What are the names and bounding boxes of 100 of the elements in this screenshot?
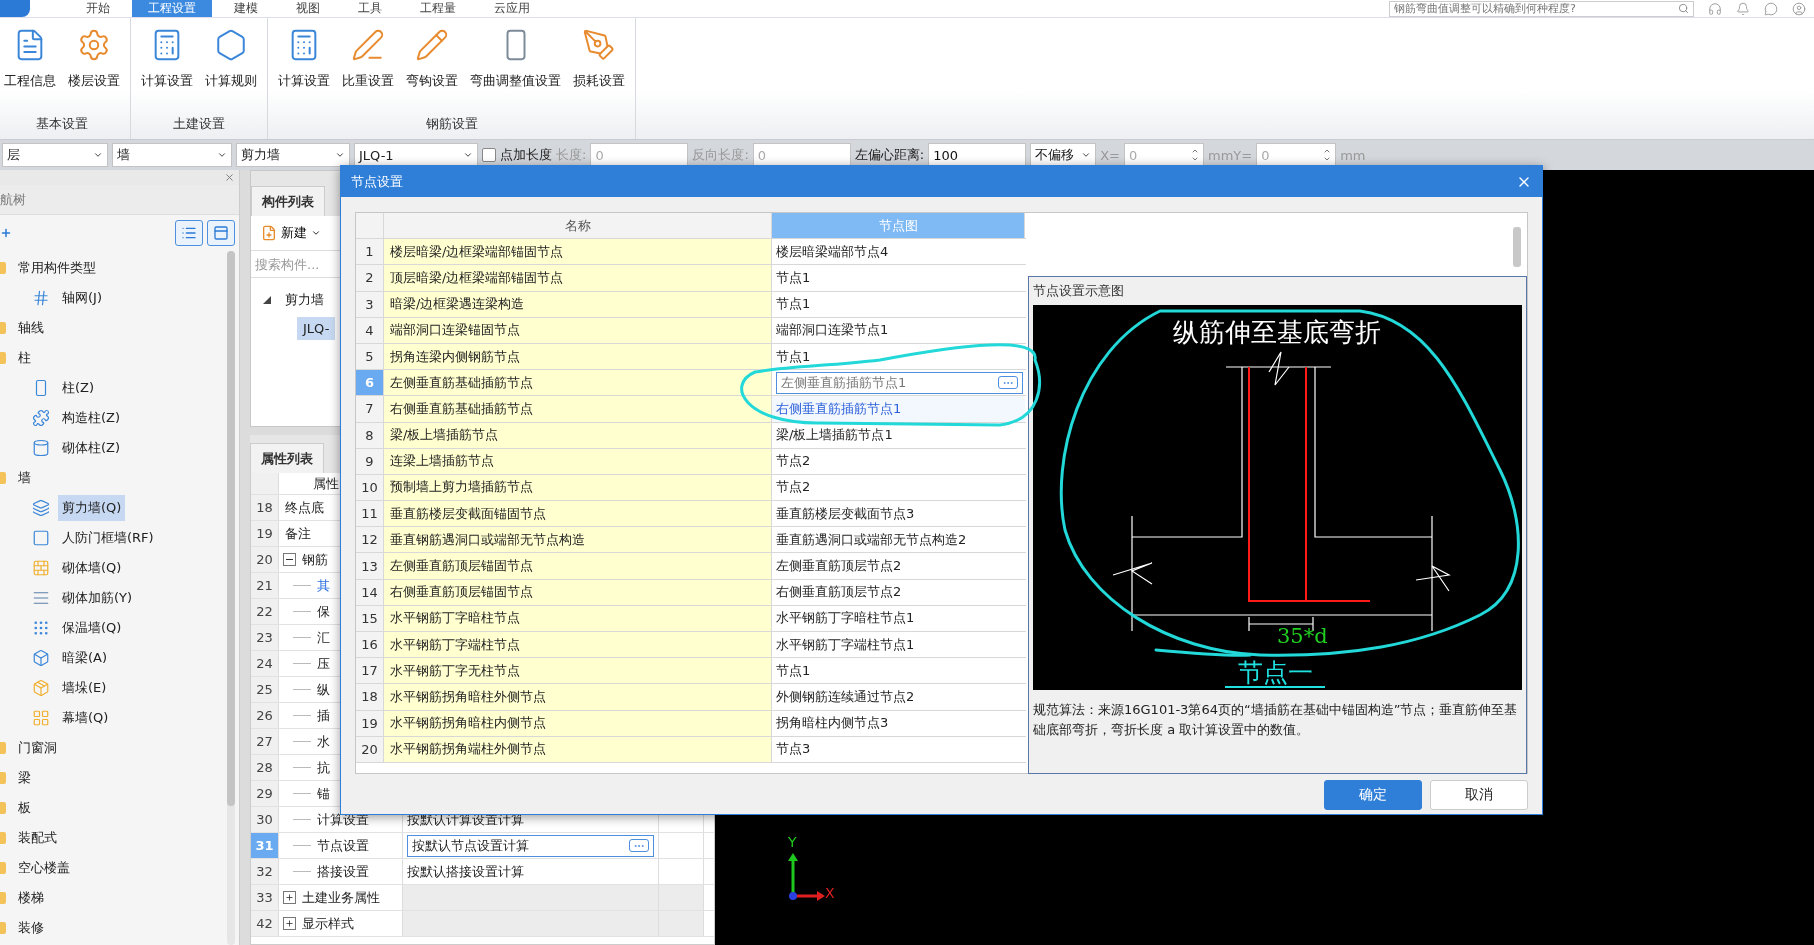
- menu-tab[interactable]: 工程量: [404, 0, 472, 17]
- app-logo[interactable]: [0, 0, 30, 17]
- tree-item[interactable]: 柱: [14, 345, 35, 371]
- tree-item[interactable]: 装配式: [14, 825, 61, 851]
- table-cell: 水平钢筋丁字端柱节点: [384, 632, 772, 658]
- tree-item[interactable]: 砌体加筋(Y): [58, 585, 137, 611]
- ribbon-button[interactable]: 弯曲调整值设置: [466, 24, 565, 115]
- tree-item[interactable]: 剪力墙: [279, 287, 330, 313]
- tree-item[interactable]: 构造柱(Z): [58, 405, 125, 431]
- tree-item[interactable]: 柱(Z): [58, 375, 99, 401]
- layers-icon: [32, 499, 50, 517]
- expand-icon[interactable]: [283, 917, 296, 930]
- headphones-icon[interactable]: [1708, 1, 1722, 16]
- more-button[interactable]: [629, 839, 649, 852]
- bell-icon[interactable]: [1736, 1, 1750, 16]
- tree-item[interactable]: 人防门框墙(RF): [58, 525, 158, 551]
- pencil-icon: [415, 28, 449, 62]
- row-number: 32: [251, 859, 279, 884]
- tree-item[interactable]: 梁: [14, 765, 35, 791]
- menu-tab[interactable]: 工具: [342, 0, 398, 17]
- ribbon-button[interactable]: 楼层设置: [64, 24, 124, 115]
- group-title: 钢筋设置: [424, 115, 479, 133]
- value-field[interactable]: 按默认节点设置计算: [407, 834, 654, 857]
- puzzle-icon: [32, 409, 50, 427]
- close-icon[interactable]: [224, 172, 235, 183]
- tree-item[interactable]: 板: [14, 795, 35, 821]
- dropdown[interactable]: 不偏移: [1030, 143, 1097, 167]
- chat-icon[interactable]: [1764, 1, 1778, 16]
- column-header[interactable]: 名称: [384, 213, 772, 239]
- expand-icon[interactable]: [283, 891, 296, 904]
- cancel-button[interactable]: 取消: [1430, 780, 1528, 810]
- search-icon[interactable]: [1678, 3, 1689, 14]
- folder-icon: [0, 832, 6, 844]
- tree-item[interactable]: 砌体墙(Q): [58, 555, 126, 581]
- list-view-button[interactable]: [175, 220, 203, 246]
- input-field[interactable]: 100: [928, 143, 1027, 167]
- menu-tab[interactable]: 视图: [280, 0, 336, 17]
- tree-item[interactable]: 墙: [14, 465, 35, 491]
- search-field[interactable]: 钢筋弯曲值调整可以精确到何种程度?: [1389, 0, 1694, 17]
- collapse-icon[interactable]: [283, 553, 296, 566]
- row-number: 9: [356, 448, 384, 474]
- row-number: 4: [356, 317, 384, 343]
- ribbon-button[interactable]: 计算设置: [137, 24, 197, 115]
- tree-item[interactable]: 剪力墙(Q): [58, 495, 126, 521]
- ribbon-button[interactable]: 计算设置: [274, 24, 334, 115]
- menu-tab[interactable]: 云应用: [478, 0, 546, 17]
- new-button[interactable]: 新建: [257, 222, 325, 244]
- user-icon[interactable]: [1792, 1, 1806, 16]
- dropdown[interactable]: JLQ-1: [354, 143, 478, 167]
- menu-tab[interactable]: 工程设置: [132, 0, 212, 17]
- ribbon-button[interactable]: 计算规则: [201, 24, 261, 115]
- table-cell: 端部洞口连梁锚固节点: [384, 317, 772, 343]
- tree-item[interactable]: 空心楼盖: [14, 855, 74, 881]
- panel-tab[interactable]: 构件列表: [251, 186, 325, 216]
- tree-item[interactable]: 轴线: [14, 315, 48, 341]
- expanded-triangle-icon[interactable]: [263, 296, 271, 304]
- scrollbar-thumb[interactable]: [1513, 227, 1521, 267]
- dropdown[interactable]: 层: [2, 143, 108, 167]
- tree-item[interactable]: 常用构件类型: [14, 255, 100, 281]
- menu-tab[interactable]: 建模: [218, 0, 274, 17]
- tree-item[interactable]: 墙垛(E): [58, 675, 111, 701]
- tree-item[interactable]: 轴网(J): [58, 285, 106, 311]
- table-cell[interactable]: 右侧垂直筋插筋节点1: [772, 396, 1025, 422]
- row-number: 5: [356, 343, 384, 370]
- row-number: 18: [251, 495, 279, 520]
- gear-icon: [77, 28, 111, 62]
- box-icon: [32, 649, 50, 667]
- tree-item[interactable]: JLQ-: [297, 316, 336, 340]
- value-field[interactable]: 左侧垂直筋插筋节点1: [776, 371, 1023, 394]
- scrollbar-thumb[interactable]: [227, 251, 235, 807]
- ribbon-button[interactable]: 比重设置: [338, 24, 398, 115]
- checkbox[interactable]: [482, 148, 496, 162]
- row-number: 15: [356, 605, 384, 631]
- tree-item[interactable]: 门窗洞: [14, 735, 61, 761]
- table-cell: 按默认搭接设置计算: [403, 859, 659, 884]
- ribbon-button[interactable]: 工程信息: [0, 24, 60, 115]
- row-number: 27: [251, 729, 279, 754]
- group-name: 钢筋: [302, 550, 328, 569]
- menu-tab[interactable]: 开始: [70, 0, 126, 17]
- axis-label: Y: [788, 834, 797, 850]
- tree-item[interactable]: 幕墙(Q): [58, 705, 113, 731]
- tree-item[interactable]: 保温墙(Q): [58, 615, 126, 641]
- tree-item[interactable]: 楼梯: [14, 885, 48, 911]
- tree-item[interactable]: 暗梁(A): [58, 645, 112, 671]
- lines-icon: [32, 589, 50, 607]
- ribbon-button[interactable]: 损耗设置: [569, 24, 629, 115]
- card-view-button[interactable]: [207, 220, 235, 246]
- add-icon[interactable]: [0, 227, 12, 239]
- dropdown[interactable]: 剪力墙: [236, 143, 350, 167]
- dropdown[interactable]: 墙: [112, 143, 232, 167]
- tree-item[interactable]: 装修: [14, 915, 48, 941]
- ribbon-button[interactable]: 弯钩设置: [402, 24, 462, 115]
- folder-icon: [0, 862, 6, 874]
- panel-tab[interactable]: 属性列表: [250, 443, 324, 473]
- confirm-button[interactable]: 确定: [1324, 780, 1422, 810]
- folder-icon: [0, 802, 6, 814]
- tree-item[interactable]: 砌体柱(Z): [58, 435, 125, 461]
- more-button[interactable]: [998, 376, 1018, 390]
- group-title: 基本设置: [35, 115, 89, 133]
- caret-icon: [335, 150, 345, 160]
